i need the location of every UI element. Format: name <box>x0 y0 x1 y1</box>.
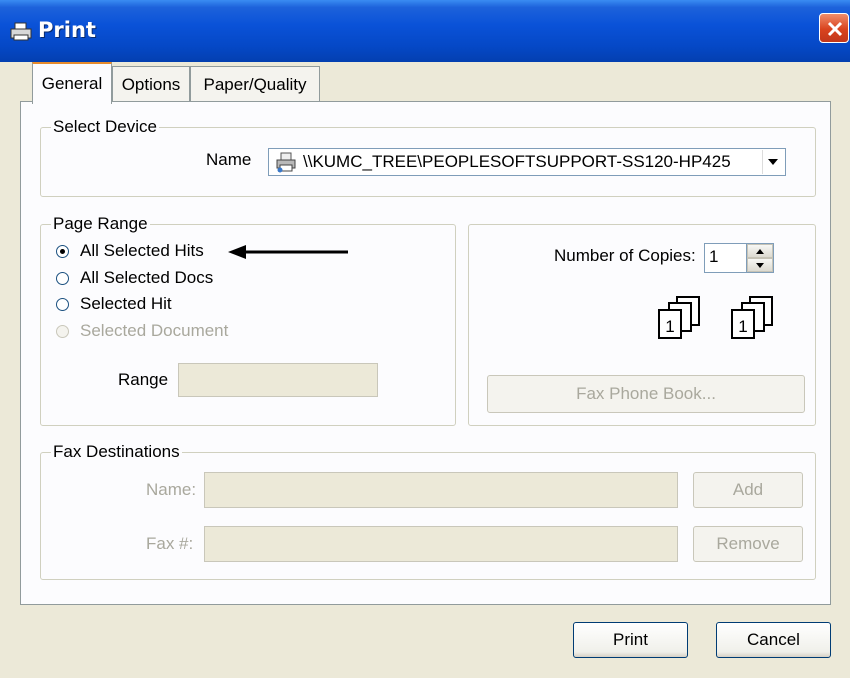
device-name-label: Name <box>206 150 252 169</box>
copies-value: 1 <box>709 247 719 266</box>
fax-name-label: Name: <box>146 480 197 499</box>
printer-icon <box>275 151 297 178</box>
remove-button[interactable]: Remove <box>693 526 803 562</box>
radio-selected-hit[interactable] <box>56 298 69 311</box>
title-bar: Print <box>0 0 850 62</box>
copies-input[interactable]: 1 <box>704 243 748 273</box>
collate-copies-icon: 1 <box>731 296 773 339</box>
cancel-button[interactable]: Cancel <box>716 622 831 658</box>
spin-down-icon <box>756 263 764 268</box>
tab-options[interactable]: Options <box>112 66 190 102</box>
dialog-title: Print <box>38 18 96 42</box>
range-label: Range <box>118 370 169 389</box>
printer-select[interactable]: \\KUMC_TREE\PEOPLESOFTSUPPORT-SS120-HP42… <box>268 148 786 176</box>
collate-copies-icon: 1 <box>658 296 700 339</box>
fax-number-input[interactable] <box>204 526 678 562</box>
spin-up-icon <box>756 249 764 254</box>
range-input[interactable] <box>178 363 378 397</box>
collate-page-1: 1 <box>665 317 674 336</box>
radio-label-selected-document: Selected Document <box>80 321 229 340</box>
radio-label-selected-hit: Selected Hit <box>80 294 172 313</box>
radio-all-selected-hits[interactable] <box>56 245 69 258</box>
collate-page-2: 1 <box>738 317 747 336</box>
printer-name-value: \\KUMC_TREE\PEOPLESOFTSUPPORT-SS120-HP42… <box>303 152 731 171</box>
spin-down-button[interactable] <box>747 258 773 272</box>
print-dialog: Print General Options Paper/Quality Sele… <box>0 0 850 678</box>
fax-name-input[interactable] <box>204 472 678 508</box>
number-of-copies-label: Number of Copies: <box>554 246 696 265</box>
chevron-down-icon <box>768 159 778 165</box>
arrow-left-icon <box>228 245 348 259</box>
add-button[interactable]: Add <box>693 472 803 508</box>
printer-icon <box>10 22 32 42</box>
radio-label-all-selected-hits: All Selected Hits <box>80 241 204 260</box>
printer-dropdown-button[interactable] <box>762 150 784 174</box>
radio-selected-document[interactable] <box>56 325 69 338</box>
select-device-legend: Select Device <box>51 117 159 137</box>
fax-phone-book-button[interactable]: Fax Phone Book... <box>487 375 805 413</box>
page-range-legend: Page Range <box>51 214 150 234</box>
close-button[interactable] <box>819 13 849 43</box>
tab-paper-quality[interactable]: Paper/Quality <box>190 66 320 102</box>
fax-destinations-legend: Fax Destinations <box>51 442 182 462</box>
close-icon <box>827 21 843 37</box>
spin-up-button[interactable] <box>747 244 773 258</box>
copies-spinner[interactable] <box>746 243 774 273</box>
fax-number-label: Fax #: <box>146 534 194 553</box>
print-button[interactable]: Print <box>573 622 688 658</box>
radio-label-all-selected-docs: All Selected Docs <box>80 268 214 287</box>
radio-all-selected-docs[interactable] <box>56 272 69 285</box>
tab-general[interactable]: General <box>32 62 112 104</box>
